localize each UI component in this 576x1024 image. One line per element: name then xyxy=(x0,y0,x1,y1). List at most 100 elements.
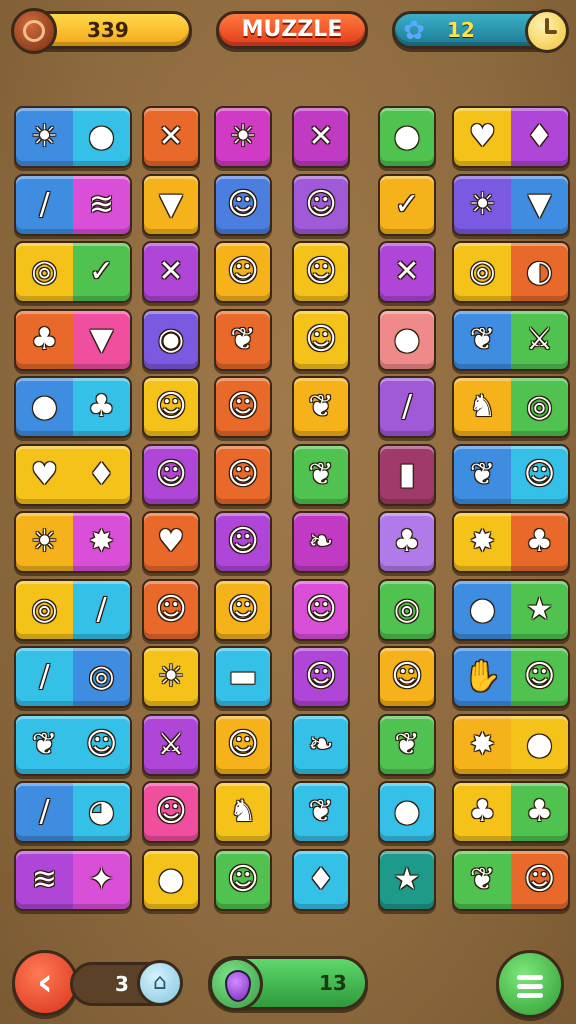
board-tile[interactable]: ♣ xyxy=(378,511,436,573)
board-tile[interactable]: ❦ xyxy=(214,308,272,371)
board-tile[interactable]: ♣ ▼ xyxy=(14,308,132,371)
board-tile[interactable]: ◎ xyxy=(378,578,436,641)
sun-icon: ☀ xyxy=(157,659,185,694)
board-tile[interactable]: / ◕ xyxy=(14,781,132,843)
board-tile[interactable]: ☺ xyxy=(214,713,272,776)
board-tile[interactable]: ❦ ⚔ xyxy=(452,308,570,371)
apple-icon: ● xyxy=(526,726,553,762)
ice-cream-icon: ▼ xyxy=(89,321,114,357)
crossed-tools-icon: ✕ xyxy=(158,254,184,289)
board-tile[interactable]: ▮ xyxy=(378,443,436,506)
board-tile[interactable]: ♞ ◎ xyxy=(452,376,570,438)
sparkle-icon: ✦ xyxy=(88,861,115,897)
board-tile[interactable]: ◎ / xyxy=(14,578,132,641)
check-icon: ✓ xyxy=(394,186,420,222)
ball-icon: ◎ xyxy=(88,659,115,694)
tree-icon: ♣ xyxy=(526,794,553,829)
monkey-face-icon: ☺ xyxy=(305,659,337,694)
board-tile[interactable]: ❦ xyxy=(378,713,436,776)
cat-face-icon: ☺ xyxy=(227,186,259,222)
board-tile[interactable]: ● xyxy=(378,308,436,371)
crossed-tools-icon: ✕ xyxy=(308,119,334,154)
board-tile[interactable]: ♦ xyxy=(292,848,350,911)
board-tile[interactable]: ▬ xyxy=(214,646,272,708)
energy-count: 13 xyxy=(319,971,347,995)
leaf-icon: ❦ xyxy=(230,321,256,357)
chick-face-icon: ☺ xyxy=(155,794,187,829)
board-tile[interactable]: ● xyxy=(142,848,200,911)
board-tile[interactable]: / ≋ xyxy=(14,173,132,236)
board-tile[interactable]: ◎ ✓ xyxy=(14,241,132,303)
menu-button[interactable] xyxy=(496,950,564,1018)
eggplant-icon: ♦ xyxy=(526,119,553,154)
board-tile[interactable]: ✸ ● xyxy=(452,713,570,776)
board-tile[interactable]: ♥ ♦ xyxy=(14,443,132,506)
board-tile[interactable]: ❦ ☺ xyxy=(452,848,570,911)
board-tile[interactable]: ☺ xyxy=(292,308,350,371)
board-tile[interactable]: ≋ ✦ xyxy=(14,848,132,911)
board-tile[interactable]: ☺ xyxy=(214,511,272,573)
board-tile[interactable]: ❦ xyxy=(292,376,350,438)
board-tile[interactable]: ❦ ☺ xyxy=(14,713,132,776)
board-tile[interactable]: ✕ xyxy=(378,241,436,303)
board-tile[interactable]: ☺ xyxy=(378,646,436,708)
moves-counter: 3 ⌂ xyxy=(70,960,183,1006)
board-tile[interactable]: ☺ xyxy=(214,578,272,641)
board-tile[interactable]: ● xyxy=(378,106,436,168)
board-tile[interactable]: ☺ xyxy=(142,578,200,641)
back-button[interactable]: ‹ xyxy=(12,950,78,1016)
board-tile[interactable]: ✕ xyxy=(142,241,200,303)
board-tile[interactable]: ☺ xyxy=(214,848,272,911)
board-tile[interactable]: ✋ ☺ xyxy=(452,646,570,708)
board-tile[interactable]: ▼ xyxy=(142,173,200,236)
gear-icon: ☀ xyxy=(31,119,58,154)
board-tile[interactable]: ♞ xyxy=(214,781,272,843)
board-tile[interactable]: / xyxy=(378,376,436,438)
board-tile[interactable]: ✓ xyxy=(378,173,436,236)
board-tile[interactable]: ☺ xyxy=(214,241,272,303)
board-tile[interactable]: ✕ xyxy=(142,106,200,168)
board-tile[interactable]: ☀ xyxy=(214,106,272,168)
board-tile[interactable]: ✸ ♣ xyxy=(452,511,570,573)
board-tile[interactable]: ◉ xyxy=(142,308,200,371)
board-tile[interactable]: ❧ xyxy=(292,511,350,573)
board-tile[interactable]: / ◎ xyxy=(14,646,132,708)
board-tile[interactable]: ❦ xyxy=(292,781,350,843)
leaf-icon: ❦ xyxy=(308,794,334,829)
board-tile[interactable]: ☺ xyxy=(292,646,350,708)
board-tile[interactable]: ● xyxy=(378,781,436,843)
vine-icon: ❧ xyxy=(308,524,334,559)
board-tile[interactable]: ◎ ◐ xyxy=(452,241,570,303)
board-tile[interactable]: ♥ xyxy=(142,511,200,573)
board-tile[interactable]: ☺ xyxy=(292,173,350,236)
board-tile[interactable]: ☀ xyxy=(142,646,200,708)
board-tile[interactable]: ♥ ♦ xyxy=(452,106,570,168)
menu-icon-bar xyxy=(517,993,543,998)
board-tile[interactable]: ❧ xyxy=(292,713,350,776)
board-tile[interactable]: ♣ ♣ xyxy=(452,781,570,843)
board-tile[interactable]: ● ♣ xyxy=(14,376,132,438)
board-tile[interactable]: ☺ xyxy=(292,241,350,303)
board-tile[interactable]: ❦ ☺ xyxy=(452,443,570,506)
energy-drop-icon xyxy=(209,957,263,1011)
board-tile[interactable]: ☺ xyxy=(214,173,272,236)
bush-icon: ♣ xyxy=(469,794,496,829)
apple-icon: ● xyxy=(393,794,421,829)
board-tile[interactable]: ☀ ● xyxy=(14,106,132,168)
pepper-icon: ◐ xyxy=(526,254,553,289)
board-tile[interactable]: ☀ ✸ xyxy=(14,511,132,573)
board-tile[interactable]: ● ★ xyxy=(452,578,570,641)
board-tile[interactable]: ⚔ xyxy=(142,713,200,776)
board-tile[interactable]: ☺ xyxy=(142,376,200,438)
sun-icon: ☀ xyxy=(469,186,496,222)
board-tile[interactable]: ❦ xyxy=(292,443,350,506)
board-tile[interactable]: ☺ xyxy=(292,578,350,641)
board-tile[interactable]: ☀ ▼ xyxy=(452,173,570,236)
board-tile[interactable]: ✕ xyxy=(292,106,350,168)
board-tile[interactable]: ☺ xyxy=(142,781,200,843)
lock-icon[interactable]: ⌂ xyxy=(137,960,183,1006)
board-tile[interactable]: ☺ xyxy=(214,376,272,438)
board-tile[interactable]: ☺ xyxy=(214,443,272,506)
board-tile[interactable]: ★ xyxy=(378,848,436,911)
board-tile[interactable]: ☺ xyxy=(142,443,200,506)
